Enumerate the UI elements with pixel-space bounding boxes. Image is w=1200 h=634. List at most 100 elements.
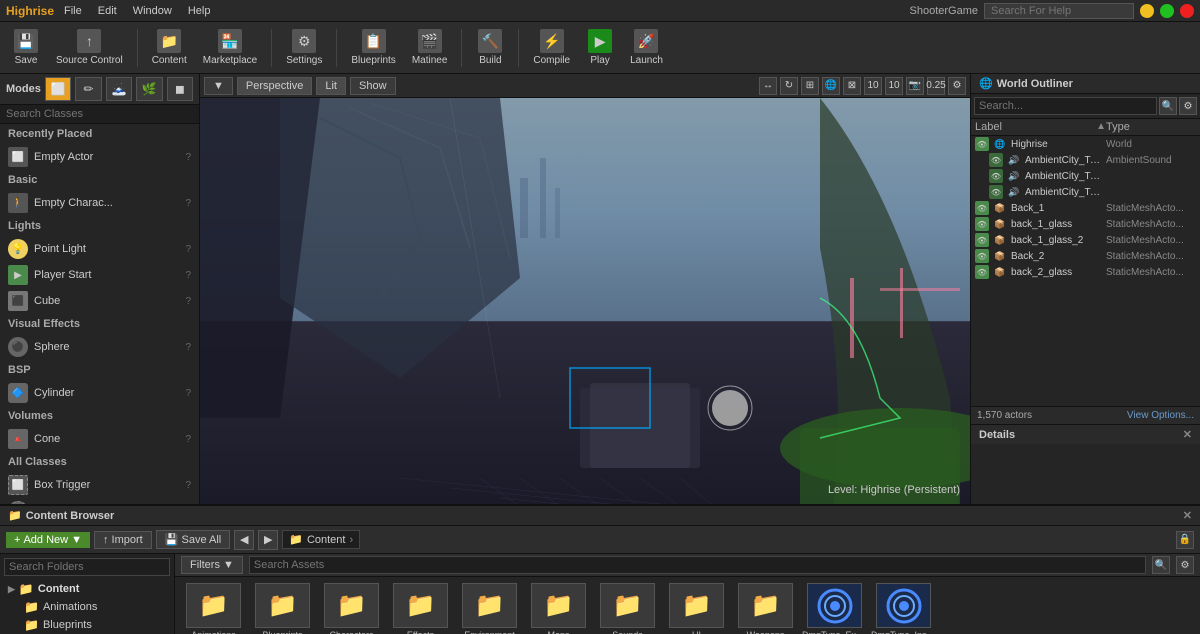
volumes-section[interactable]: Volumes xyxy=(0,406,199,426)
asset-sounds[interactable]: 📁 Sounds xyxy=(595,583,660,634)
visibility-icon[interactable]: 👁 xyxy=(975,201,989,215)
view-options-button[interactable]: View Options... xyxy=(1127,410,1194,421)
add-new-button[interactable]: + Add New ▼ xyxy=(6,532,90,548)
import-button[interactable]: ↑ Import xyxy=(94,531,152,549)
details-close-icon[interactable]: ✕ xyxy=(1183,428,1192,441)
assets-search-input[interactable] xyxy=(249,556,1146,574)
empty-character-item[interactable]: 🚶 Empty Charac... ? xyxy=(0,190,199,216)
all-classes-section[interactable]: All Classes xyxy=(0,452,199,472)
outliner-item-ambient1[interactable]: 👁 🔊 AmbientCity_TypeC_Stereo AmbientSoun… xyxy=(971,152,1200,168)
save-button[interactable]: 💾 Save xyxy=(6,27,46,68)
asset-characters[interactable]: 📁 Characters xyxy=(319,583,384,634)
visibility-icon[interactable]: 👁 xyxy=(989,169,1003,183)
asset-ui[interactable]: 📁 UI xyxy=(664,583,729,634)
marketplace-button[interactable]: 🏪 Marketplace xyxy=(197,27,263,68)
launch-button[interactable]: 🚀 Launch xyxy=(624,27,669,68)
folder-search-input[interactable] xyxy=(4,558,170,576)
snap-icon[interactable]: ⊠ xyxy=(843,77,861,95)
cone-item[interactable]: 🔺 Cone ? xyxy=(0,426,199,452)
lit-button[interactable]: Lit xyxy=(316,77,346,95)
play-button[interactable]: ▶ Play xyxy=(580,27,620,68)
outliner-item-back2[interactable]: 👁 📦 Back_2 StaticMeshActo... xyxy=(971,248,1200,264)
minimize-button[interactable] xyxy=(1140,4,1154,18)
help-search-input[interactable] xyxy=(984,3,1134,19)
scale-icon[interactable]: ⊞ xyxy=(801,77,819,95)
visibility-icon[interactable]: 👁 xyxy=(989,185,1003,199)
outliner-search-input[interactable] xyxy=(974,97,1157,115)
menu-help[interactable]: Help xyxy=(188,5,211,17)
asset-effects[interactable]: 📁 Effects xyxy=(388,583,453,634)
visibility-icon[interactable]: 👁 xyxy=(975,233,989,247)
settings-vp-icon[interactable]: ⚙ xyxy=(948,77,966,95)
perspective-button[interactable]: Perspective xyxy=(237,77,312,95)
camera-icon[interactable]: 📷 xyxy=(906,77,924,95)
outliner-settings-button[interactable]: ⚙ xyxy=(1179,97,1197,115)
landscape-mode-button[interactable]: 🗻 xyxy=(106,77,132,101)
foliage-mode-button[interactable]: 🌿 xyxy=(136,77,162,101)
asset-dmgtype-instant[interactable]: DmgType_Instant xyxy=(871,583,936,634)
folder-animations[interactable]: 📁 Animations xyxy=(4,598,170,616)
bsp-section[interactable]: BSP xyxy=(0,360,199,380)
menu-window[interactable]: Window xyxy=(133,5,172,17)
show-button[interactable]: Show xyxy=(350,77,396,95)
blueprints-button[interactable]: 📋 Blueprints xyxy=(345,27,401,68)
world-icon[interactable]: 🌐 xyxy=(822,77,840,95)
viewport[interactable]: X Y Z Level: Highrise (Persistent) xyxy=(200,98,970,504)
outliner-item-back1[interactable]: 👁 📦 Back_1 StaticMeshActo... xyxy=(971,200,1200,216)
cube-item[interactable]: ⬛ Cube ? xyxy=(0,288,199,314)
outliner-item-ambient2[interactable]: 👁 🔊 AmbientCity_TypeC_Stereo_{AmbientSou… xyxy=(971,168,1200,184)
outliner-item-ambient3[interactable]: 👁 🔊 AmbientCity_TypeD_Stereo_{AmbientSou… xyxy=(971,184,1200,200)
viewport-dropdown-button[interactable]: ▼ xyxy=(204,77,233,95)
col-type-header[interactable]: Type xyxy=(1106,121,1196,133)
sphere-item[interactable]: ⚫ Sphere ? xyxy=(0,334,199,360)
visual-effects-section[interactable]: Visual Effects xyxy=(0,314,199,334)
box-trigger-item[interactable]: ⬜ Box Trigger ? xyxy=(0,472,199,498)
content-browser-close-icon[interactable]: ✕ xyxy=(1183,509,1192,522)
folder-blueprints[interactable]: 📁 Blueprints xyxy=(4,616,170,634)
asset-blueprints[interactable]: 📁 Blueprints xyxy=(250,583,315,634)
outliner-item-back1glass2[interactable]: 👁 📦 back_1_glass_2 StaticMeshActo... xyxy=(971,232,1200,248)
asset-maps[interactable]: 📁 Maps xyxy=(526,583,591,634)
back-nav-button[interactable]: ◀ xyxy=(234,530,254,550)
point-light-item[interactable]: 💡 Point Light ? xyxy=(0,236,199,262)
visibility-icon[interactable]: 👁 xyxy=(975,217,989,231)
outliner-item-back2glass[interactable]: 👁 📦 back_2_glass StaticMeshActo... xyxy=(971,264,1200,280)
settings-button[interactable]: ⚙ Settings xyxy=(280,27,328,68)
lights-section[interactable]: Lights xyxy=(0,216,199,236)
asset-dmgtype-explosion[interactable]: DmgType_Explosion xyxy=(802,583,867,634)
compile-button[interactable]: ⚡ Compile xyxy=(527,27,576,68)
visibility-icon[interactable]: 👁 xyxy=(975,249,989,263)
content-lock-button[interactable]: 🔒 xyxy=(1176,531,1194,549)
forward-nav-button[interactable]: ▶ xyxy=(258,530,278,550)
translate-icon[interactable]: ↔ xyxy=(759,77,777,95)
search-classes-input[interactable] xyxy=(0,105,199,124)
grid-value[interactable]: 10 xyxy=(864,77,882,95)
outliner-item-highrise[interactable]: 👁 🌐 Highrise World xyxy=(971,136,1200,152)
place-mode-button[interactable]: ⬜ xyxy=(45,77,71,101)
content-button[interactable]: 📁 Content xyxy=(146,27,193,68)
sphere-trigger-item[interactable]: ⚫ Sphere Trigg... ? xyxy=(0,498,199,504)
basic-section[interactable]: Basic xyxy=(0,170,199,190)
col-label-header[interactable]: Label xyxy=(975,121,1096,133)
visibility-icon[interactable]: 👁 xyxy=(975,137,989,151)
filters-button[interactable]: Filters ▼ xyxy=(181,556,243,574)
empty-actor-item[interactable]: ⬜ Empty Actor ? xyxy=(0,144,199,170)
geometry-mode-button[interactable]: ◼ xyxy=(167,77,193,101)
recently-placed-section[interactable]: Recently Placed xyxy=(0,124,199,144)
player-start-item[interactable]: ▶ Player Start ? xyxy=(0,262,199,288)
outliner-item-back1glass[interactable]: 👁 📦 back_1_glass StaticMeshActo... xyxy=(971,216,1200,232)
cylinder-item[interactable]: 🔷 Cylinder ? xyxy=(0,380,199,406)
save-all-button[interactable]: 💾 Save All xyxy=(156,530,231,549)
visibility-icon[interactable]: 👁 xyxy=(975,265,989,279)
matinee-button[interactable]: 🎬 Matinee xyxy=(406,27,454,68)
close-button[interactable] xyxy=(1180,4,1194,18)
assets-settings-icon[interactable]: ⚙ xyxy=(1176,556,1194,574)
asset-animations[interactable]: 📁 Animations xyxy=(181,583,246,634)
rotate-icon[interactable]: ↻ xyxy=(780,77,798,95)
outliner-search-button[interactable]: 🔍 xyxy=(1159,97,1177,115)
root-folder-item[interactable]: ▶ 📁 Content xyxy=(4,580,170,598)
angle-value[interactable]: 10 xyxy=(885,77,903,95)
menu-edit[interactable]: Edit xyxy=(98,5,117,17)
source-control-button[interactable]: ↑ Source Control xyxy=(50,27,129,68)
maximize-button[interactable] xyxy=(1160,4,1174,18)
